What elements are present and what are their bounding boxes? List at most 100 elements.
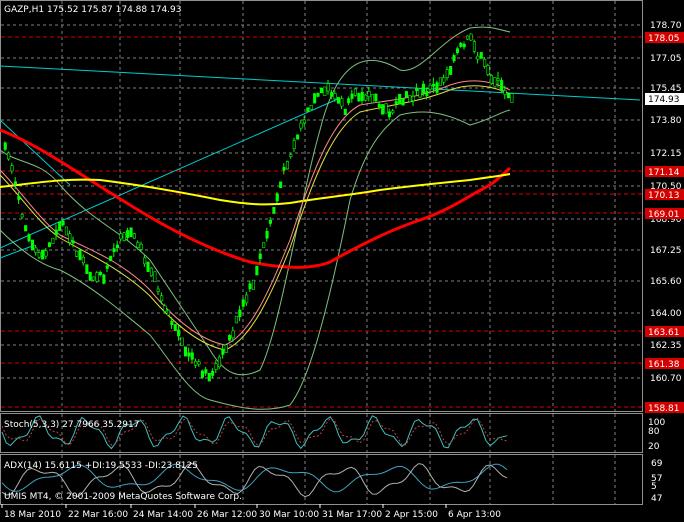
candle-body	[500, 80, 504, 91]
candle-body	[75, 250, 79, 257]
candle-body	[272, 207, 276, 214]
time-tick-label: 2 Apr 15:00	[385, 510, 438, 520]
candle-body	[377, 103, 381, 108]
candle-body	[336, 97, 341, 104]
candle-body	[163, 305, 167, 312]
trendline-lower[interactable]	[0, 244, 36, 259]
adx-label: ADX(14) 15.6115 +DI:19.5533 -DI:23.8125	[4, 461, 198, 471]
candle-body	[146, 261, 150, 272]
current-price-label: 174.93	[648, 95, 680, 105]
candle-body	[241, 299, 245, 307]
candle-body	[343, 108, 347, 116]
candle-body	[224, 344, 228, 353]
candles[interactable]	[3, 33, 514, 382]
time-tick-label: 30 Mar 10:00	[259, 510, 319, 520]
candle-body	[24, 225, 28, 232]
copyright-text: UMIS MT4, © 2001-2009 MetaQuotes Softwar…	[4, 492, 242, 502]
candle-body	[370, 94, 375, 104]
candle-body	[313, 93, 317, 104]
candle-body	[95, 272, 99, 282]
candle-body	[187, 352, 191, 357]
price-tick-label: 162.35	[650, 341, 682, 351]
candle-body	[221, 348, 225, 355]
candle-body	[333, 93, 337, 100]
candle-body	[115, 244, 119, 249]
trendline-upper[interactable]	[0, 65, 641, 101]
ma-yellow[interactable]	[0, 173, 511, 206]
candle-body	[102, 274, 106, 284]
candle-body	[47, 242, 52, 247]
candle-body	[411, 95, 415, 101]
candle-body	[428, 84, 432, 90]
red-level-label: 169.01	[648, 210, 680, 220]
candle-body	[323, 86, 327, 96]
candle-body	[292, 140, 296, 150]
candle-body	[41, 249, 45, 260]
candle-body	[197, 361, 201, 365]
candle-body	[425, 90, 429, 96]
time-tick-label: 22 Mar 16:00	[68, 510, 128, 520]
candle-body	[364, 94, 368, 101]
candle-body	[459, 42, 463, 47]
candle-body	[510, 93, 514, 103]
candle-body	[166, 309, 170, 316]
candle-body	[316, 92, 320, 97]
red-level-label: 163.61	[648, 328, 680, 338]
candle-body	[68, 233, 72, 243]
candle-body	[64, 226, 68, 236]
candle-body	[78, 250, 82, 261]
candle-body	[13, 181, 17, 185]
red-level-label: 171.14	[648, 168, 680, 178]
candle-body	[404, 91, 409, 98]
candle-body	[20, 214, 24, 218]
red-level-label: 158.81	[648, 404, 680, 414]
candle-body	[204, 369, 208, 374]
candle-body	[231, 330, 235, 339]
stoch-label: Stoch(5,3,3) 27.7966 35.2917	[4, 420, 139, 430]
candle-body	[455, 48, 460, 53]
price-tick-label: 167.25	[650, 246, 682, 256]
candle-body	[466, 35, 470, 40]
red-level-label: 170.13	[648, 191, 680, 201]
candle-body	[54, 229, 58, 235]
time-tick-label: 6 Apr 13:00	[448, 510, 501, 520]
adx-axis: 6957547	[651, 459, 663, 504]
candle-body	[387, 111, 392, 118]
candle-body	[326, 83, 330, 92]
stoch-axis: 1008020	[648, 418, 665, 452]
candle-body	[483, 58, 487, 67]
candle-body	[296, 134, 300, 140]
candle-body	[245, 294, 249, 304]
candle-body	[265, 230, 269, 239]
candle-body	[438, 77, 443, 86]
candle-body	[476, 55, 480, 60]
candle-body	[442, 77, 446, 83]
candle-body	[109, 255, 113, 262]
candle-body	[360, 91, 364, 101]
trendline-short[interactable]	[0, 119, 71, 186]
candle-body	[357, 93, 361, 102]
candle-body	[217, 356, 221, 368]
candle-body	[149, 267, 153, 277]
candle-body	[299, 122, 303, 129]
stoch-tick-label: 20	[648, 442, 660, 452]
candle-body	[58, 221, 62, 231]
candle-body	[34, 247, 38, 253]
candle-body	[61, 220, 65, 226]
chart-canvas[interactable]: 178.70177.05175.45173.80172.15170.50168.…	[0, 0, 684, 522]
candle-body	[394, 101, 398, 104]
candle-body	[200, 370, 204, 378]
candle-body	[119, 233, 123, 240]
adx-tick-label: 47	[651, 494, 662, 504]
red-level-label: 161.38	[648, 360, 680, 370]
price-tick-label: 175.45	[650, 84, 682, 94]
candle-body	[228, 335, 232, 341]
candle-body	[214, 363, 218, 370]
price-tick-label: 173.80	[650, 116, 682, 126]
candle-body	[340, 98, 344, 107]
candle-body	[238, 309, 242, 318]
candle-body	[302, 119, 307, 124]
bollinger-lower	[0, 109, 511, 410]
candle-body	[251, 279, 255, 290]
candle-body	[347, 98, 351, 104]
